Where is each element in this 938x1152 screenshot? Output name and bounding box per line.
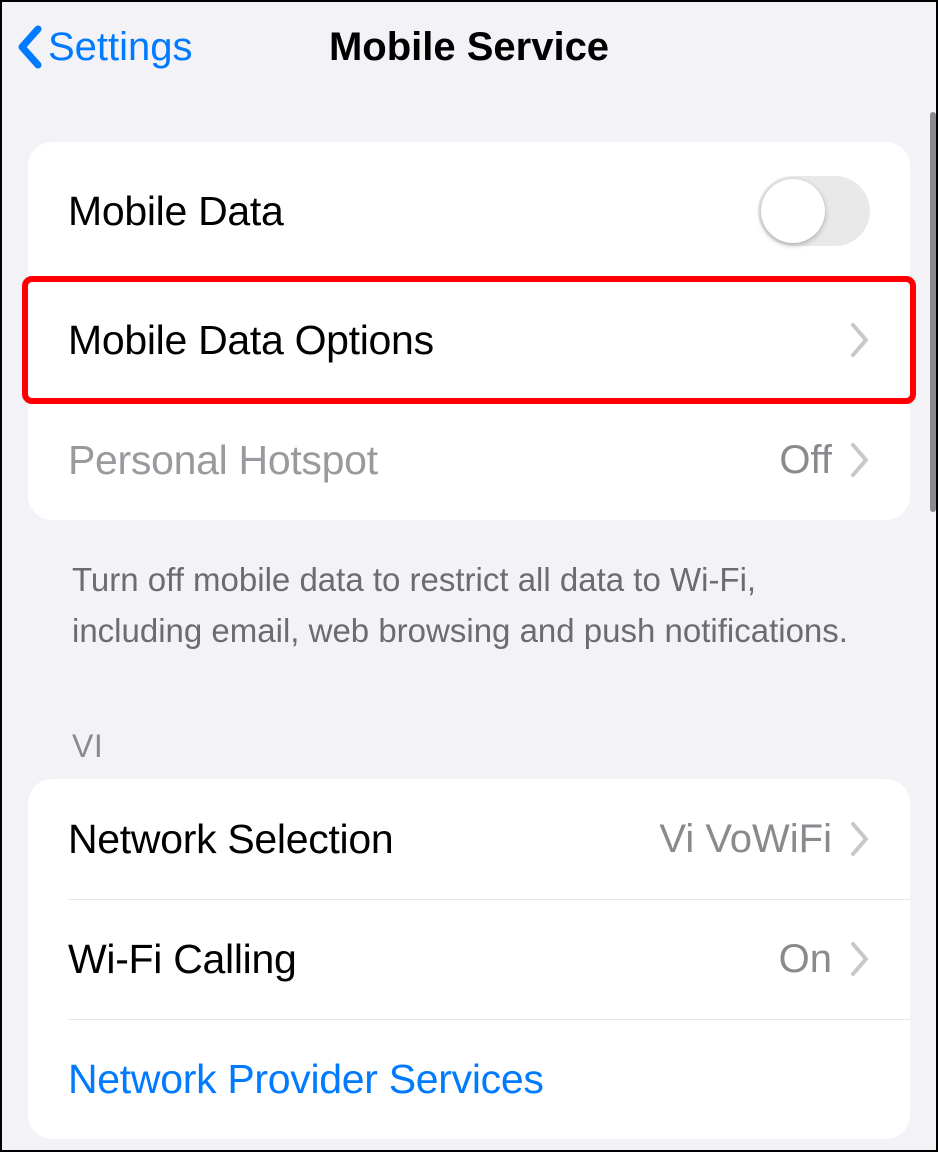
row-network-provider-services[interactable]: Network Provider Services xyxy=(28,1019,910,1139)
chevron-right-icon xyxy=(850,821,870,857)
chevron-left-icon xyxy=(16,25,44,69)
chevron-right-icon xyxy=(850,442,870,478)
wifi-calling-value: On xyxy=(779,937,832,982)
group-network: Network Selection Vi VoWiFi Wi-Fi Callin… xyxy=(28,779,910,1139)
scroll-indicator[interactable] xyxy=(930,112,936,512)
personal-hotspot-value: Off xyxy=(779,438,832,483)
nav-header: Settings Mobile Service xyxy=(2,2,936,102)
chevron-right-icon xyxy=(850,322,870,358)
mobile-data-toggle[interactable] xyxy=(758,176,870,246)
content: Mobile Data Mobile Data Options Personal… xyxy=(2,102,936,1139)
toggle-knob xyxy=(761,179,825,243)
network-selection-value: Vi VoWiFi xyxy=(659,817,832,862)
section-header-vi: VI xyxy=(28,656,910,779)
mobile-data-options-label: Mobile Data Options xyxy=(68,317,434,364)
group-mobile-data: Mobile Data Mobile Data Options Personal… xyxy=(28,142,910,520)
row-mobile-data[interactable]: Mobile Data xyxy=(28,142,910,280)
back-button[interactable]: Settings xyxy=(16,25,193,70)
row-personal-hotspot[interactable]: Personal Hotspot Off xyxy=(28,400,910,520)
row-network-selection[interactable]: Network Selection Vi VoWiFi xyxy=(28,779,910,899)
page-title: Mobile Service xyxy=(329,25,609,70)
network-provider-services-label: Network Provider Services xyxy=(68,1056,544,1103)
row-wifi-calling[interactable]: Wi-Fi Calling On xyxy=(28,899,910,1019)
row-mobile-data-options[interactable]: Mobile Data Options xyxy=(28,280,910,400)
wifi-calling-label: Wi-Fi Calling xyxy=(68,936,296,983)
chevron-right-icon xyxy=(850,941,870,977)
mobile-data-label: Mobile Data xyxy=(68,188,283,235)
network-selection-label: Network Selection xyxy=(68,816,393,863)
group1-footer: Turn off mobile data to restrict all dat… xyxy=(28,540,910,656)
back-label: Settings xyxy=(48,25,193,70)
personal-hotspot-label: Personal Hotspot xyxy=(68,437,378,484)
